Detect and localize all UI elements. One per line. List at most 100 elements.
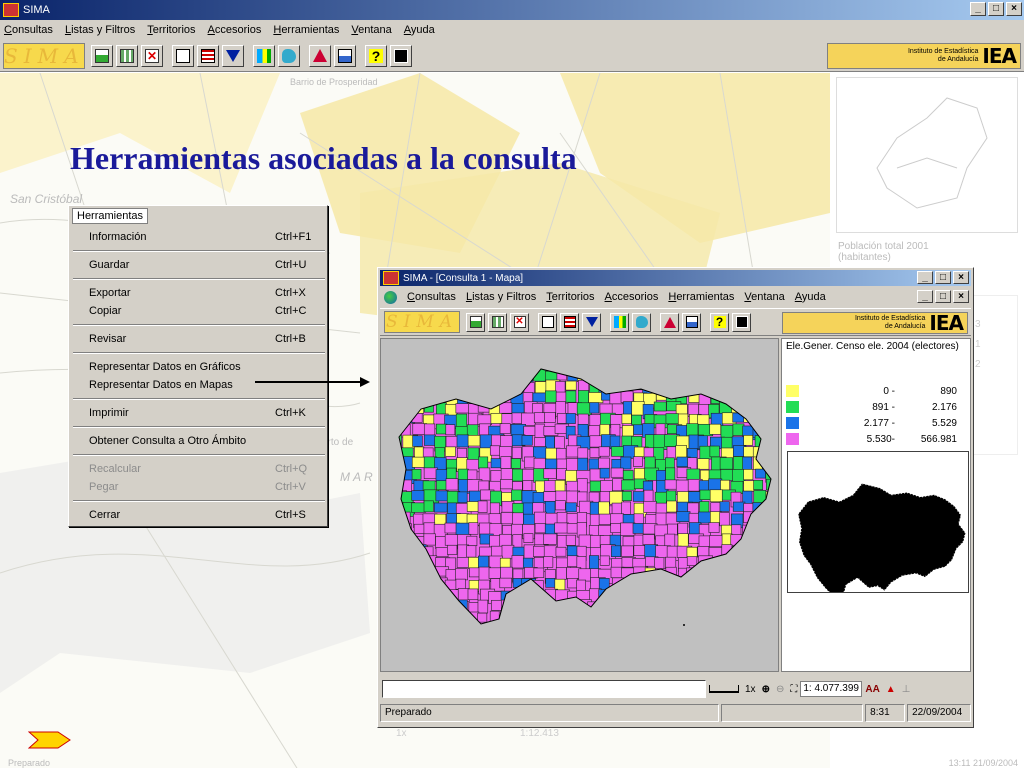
inner-tool-list-button[interactable] <box>560 312 579 332</box>
inner-menu-consultas[interactable]: Consultas <box>407 291 456 303</box>
inner-menu-ayuda[interactable]: Ayuda <box>795 291 826 303</box>
inner-tool-filter-button[interactable] <box>582 312 601 332</box>
menu-item-graficos[interactable]: Representar Datos en Gráficos <box>89 361 319 373</box>
inner-menu-listas[interactable]: Listas y Filtros <box>466 291 536 303</box>
menu-ayuda[interactable]: Ayuda <box>404 24 435 36</box>
legend-title: Ele.Gener. Censo ele. 2004 (electores) <box>786 341 959 352</box>
municipality-cell <box>511 589 525 604</box>
tool-demo-button[interactable] <box>390 44 412 67</box>
doc-close-button[interactable]: × <box>953 290 969 303</box>
inner-tool-table-button[interactable] <box>466 312 485 332</box>
menu-item-copiar[interactable]: Copiar Ctrl+C <box>89 305 319 317</box>
maximize-button[interactable]: □ <box>988 2 1004 16</box>
fit-extent-icon[interactable]: ⛶ <box>790 684 797 695</box>
menu-item-informacion[interactable]: Información Ctrl+F1 <box>89 231 319 243</box>
close-button[interactable]: × <box>1006 2 1022 16</box>
demo-icon <box>394 48 408 63</box>
municipality-cell <box>776 525 779 536</box>
inner-menu-herramientas[interactable]: Herramientas <box>668 291 734 303</box>
municipality-cell <box>423 423 436 437</box>
municipality-cell <box>634 358 643 367</box>
menu-accesorios[interactable]: Accesorios <box>208 24 262 36</box>
municipality-cell <box>511 523 523 537</box>
menu-herramientas[interactable]: Herramientas <box>273 24 339 36</box>
municipality-cell <box>676 634 690 645</box>
menu-item-imprimir[interactable]: Imprimir Ctrl+K <box>89 407 319 419</box>
municipality-cell <box>566 599 581 613</box>
municipality-cell <box>534 523 547 534</box>
tool-map-button[interactable] <box>278 44 300 67</box>
inner-menu-territorios[interactable]: Territorios <box>546 291 594 303</box>
menu-item-exportar[interactable]: Exportar Ctrl+X <box>89 287 319 299</box>
municipality-cell <box>621 413 632 424</box>
next-slide-arrow-icon[interactable] <box>27 731 72 752</box>
tool-small-icon[interactable]: ⊥ <box>902 684 911 695</box>
search-field[interactable] <box>382 680 706 698</box>
tool-list-button[interactable] <box>197 44 219 67</box>
inner-menu-ventana[interactable]: Ventana <box>744 291 784 303</box>
inner-tool-page-button[interactable] <box>538 312 557 332</box>
legend-low: 5.530- <box>866 433 895 445</box>
inner-tool-map-button[interactable] <box>632 312 651 332</box>
municipality-cell <box>764 369 771 374</box>
inner-tool-grid-button[interactable] <box>488 312 507 332</box>
inner-tool-help-button[interactable]: ? <box>710 312 729 332</box>
inner-tool-delete-button[interactable]: ✕ <box>510 312 529 332</box>
status-text: Preparado <box>380 704 720 722</box>
menu-listas-filtros[interactable]: Listas y Filtros <box>65 24 135 36</box>
legend-swatch <box>786 417 799 429</box>
tool-page-button[interactable] <box>172 44 194 67</box>
tool-bar-chart-button[interactable] <box>253 44 275 67</box>
pyramid-small-icon[interactable]: ▲ <box>886 684 896 695</box>
ghost-ruler-zoom: 1x <box>396 728 407 739</box>
inner-tool-pyramid-button[interactable] <box>660 312 679 332</box>
inner-minimize-button[interactable]: _ <box>917 271 933 284</box>
inner-tool-bar-chart-button[interactable] <box>610 312 629 332</box>
tool-filter-button[interactable] <box>222 44 244 67</box>
doc-restore-button[interactable]: □ <box>935 290 951 303</box>
tool-pyramid-button[interactable] <box>309 44 331 67</box>
municipality-cell <box>742 589 754 601</box>
municipality-cell <box>644 434 655 449</box>
consulta-map-window[interactable]: SIMA - [Consulta 1 - Mapa] _ □ × Consult… <box>377 267 974 728</box>
font-size-icon[interactable]: AA <box>865 684 879 695</box>
municipality-cell <box>633 513 644 525</box>
window-titlebar[interactable]: SIMA _ □ × <box>0 0 1024 20</box>
inner-tool-demo-button[interactable] <box>732 312 751 332</box>
municipality-cell <box>754 546 764 560</box>
zoom-out-icon[interactable]: ⊖ <box>776 684 784 695</box>
tool-table-button[interactable] <box>91 44 113 67</box>
menu-item-revisar[interactable]: Revisar Ctrl+B <box>89 333 319 345</box>
menu-item-cerrar[interactable]: Cerrar Ctrl+S <box>89 509 319 521</box>
scale-box[interactable]: 1: 4.077.399 <box>800 681 863 697</box>
municipality-cell <box>467 588 479 601</box>
inner-close-button[interactable]: × <box>953 271 969 284</box>
municipality-cell <box>499 577 512 589</box>
tool-help-button[interactable]: ? <box>365 44 387 67</box>
municipality-cell <box>754 557 768 569</box>
municipality-cell <box>632 589 646 601</box>
inner-maximize-button[interactable]: □ <box>935 271 951 284</box>
menu-item-otro-ambito[interactable]: Obtener Consulta a Otro Ámbito <box>89 435 319 447</box>
municipality-cell <box>579 610 595 624</box>
zoom-in-icon[interactable]: ⊕ <box>762 684 770 695</box>
tool-grid-button[interactable] <box>116 44 138 67</box>
choropleth-map-view[interactable] <box>380 338 779 672</box>
overview-minimap[interactable] <box>787 451 969 593</box>
minimize-button[interactable]: _ <box>970 2 986 16</box>
inner-menu-accesorios[interactable]: Accesorios <box>605 291 659 303</box>
municipality-cell <box>620 390 634 403</box>
inner-titlebar[interactable]: SIMA - [Consulta 1 - Mapa] _ □ × <box>380 270 971 286</box>
municipality-cell <box>775 380 779 392</box>
municipality-cell <box>598 379 613 395</box>
menu-ventana[interactable]: Ventana <box>351 24 391 36</box>
print-icon <box>338 48 352 63</box>
tool-print-button[interactable] <box>334 44 356 67</box>
menu-consultas[interactable]: Consultas <box>4 24 53 36</box>
tool-delete-button[interactable]: ✕ <box>141 44 163 67</box>
menu-territorios[interactable]: Territorios <box>147 24 195 36</box>
menu-item-guardar[interactable]: Guardar Ctrl+U <box>89 259 319 271</box>
municipality-cell <box>589 513 601 526</box>
inner-tool-print-button[interactable] <box>682 312 701 332</box>
doc-minimize-button[interactable]: _ <box>917 290 933 303</box>
